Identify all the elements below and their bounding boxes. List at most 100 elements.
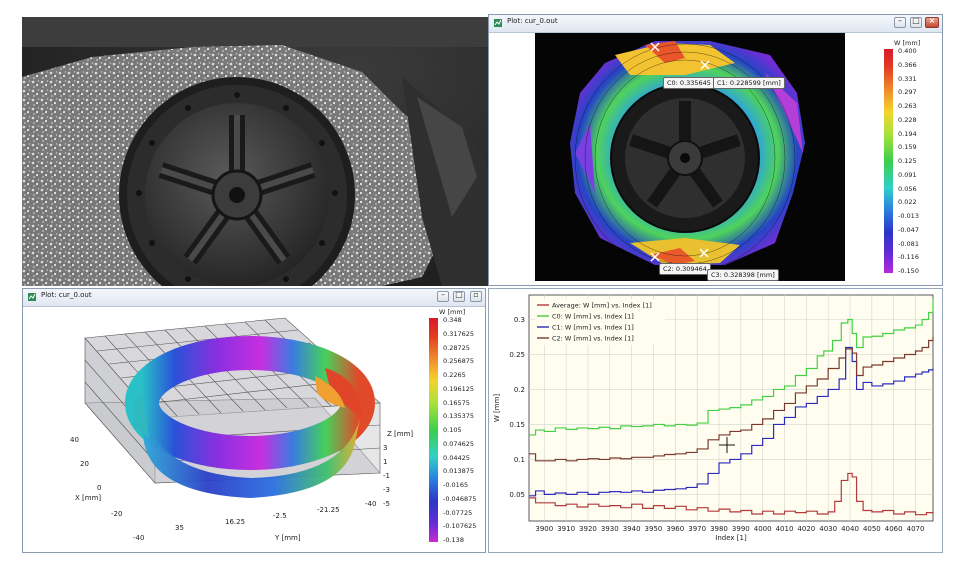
- colorbar-tick-label: -0.081: [898, 239, 919, 248]
- x-axis-title: X [mm]: [75, 494, 101, 502]
- colorbar-tick-label: 0.159: [898, 143, 917, 152]
- x-tick-0: 0: [97, 484, 101, 492]
- colorbar-tick-label: 0.04425: [443, 453, 470, 462]
- colorbar-tick-label: -0.07725: [443, 508, 473, 517]
- x-tick-label: 4060: [885, 525, 903, 533]
- contour-plot-area[interactable]: C0: 0.335645 C1: 0.228599 [mm] C2: 0.309…: [535, 33, 845, 281]
- y-tick-neg2: -2.5: [273, 512, 287, 520]
- x-tick-label: 3930: [601, 525, 619, 533]
- plot-app-icon: [494, 19, 502, 27]
- x-tick-label: 3900: [535, 525, 553, 533]
- marker-tag-c1[interactable]: C1: 0.228599 [mm]: [713, 77, 785, 89]
- contour-window-title: Plot: cur_0.out: [507, 17, 558, 25]
- x-tick-label: 4010: [776, 525, 794, 533]
- marker-tag-c2[interactable]: C2: 0.309464: [659, 263, 711, 275]
- colorbar-tick-label: 0.022: [898, 198, 917, 207]
- colorbar-tick-label: 0.013875: [443, 467, 475, 476]
- z-tick-neg1: -1: [383, 472, 390, 480]
- y-tick-label: 0.15: [509, 421, 525, 429]
- colorbar-tick-label: 0.056: [898, 184, 917, 193]
- close-icon: ×: [928, 16, 936, 25]
- maximize-button[interactable]: □: [453, 290, 465, 302]
- colorbar-tick-label: 0.263: [898, 102, 917, 110]
- legend-entry: C1: W [mm] vs. Index [1]: [552, 324, 634, 332]
- surface-window-titlebar[interactable]: Plot: cur_0.out – □ ▫: [23, 289, 485, 307]
- close-button[interactable]: ×: [925, 16, 939, 28]
- x-tick-label: 3910: [557, 525, 575, 533]
- y-tick-label: 0.2: [514, 386, 525, 394]
- colorbar-gradient: [429, 318, 438, 542]
- colorbar-gradient: [884, 49, 893, 273]
- contour-colorbar: W [mm] 0.400 0.366 0.331 0.297 0.263 0.228 0.1…: [884, 39, 940, 279]
- tire-photo-image: [22, 17, 488, 286]
- x-tick-40: 40: [70, 436, 79, 444]
- surface-colorbar: W [mm] 0.348 0.317625 0.28725 0.256875 0.226…: [427, 308, 485, 548]
- x-tick-label: 3960: [666, 525, 684, 533]
- minimize-button[interactable]: –: [894, 16, 906, 28]
- x-tick-label: 3940: [623, 525, 641, 533]
- x-tick-label: 3970: [688, 525, 706, 533]
- x-tick-label: 3920: [579, 525, 597, 533]
- x-tick-label: 3950: [645, 525, 663, 533]
- line-chart-area[interactable]: 3900 3910 3920 3930 3940 3950 3960 3970 3980 3990…: [489, 289, 942, 552]
- y-tick-35: 35: [175, 524, 184, 532]
- x-tick-label: 3980: [710, 525, 728, 533]
- tire-photo: [22, 17, 488, 286]
- colorbar-tick-label: 0.16575: [443, 398, 470, 407]
- z-tick-neg5: -5: [383, 500, 390, 508]
- restore-button[interactable]: ▫: [470, 290, 482, 302]
- marker-tag-c0[interactable]: C0: 0.335645: [663, 77, 715, 89]
- restore-icon: ▫: [473, 290, 479, 299]
- colorbar-tick-label: 0.400: [898, 47, 917, 55]
- x-tick-label: 4030: [819, 525, 837, 533]
- y-tick-16: 16.25: [225, 518, 245, 526]
- marker-tag-c3[interactable]: C3: 0.328398 [mm]: [707, 269, 779, 281]
- x-tick-neg20: -20: [111, 510, 122, 518]
- minimize-button[interactable]: –: [437, 290, 449, 302]
- contour-plot-window: Plot: cur_0.out – □ × C0: 0.335645 C1: 0…: [488, 14, 943, 286]
- colorbar-tick-label: 0.125: [898, 157, 917, 165]
- colorbar-tick-label: 0.331: [898, 74, 917, 83]
- maximize-button[interactable]: □: [910, 16, 922, 28]
- x-axis-title: Index [1]: [715, 534, 747, 542]
- x-tick-label: 4070: [907, 525, 925, 533]
- surface-3d-image: 40 20 0 -20 -40 X [mm] 35 16.25 -2.5 -21…: [70, 317, 413, 542]
- y-tick-label: 0.3: [514, 316, 525, 324]
- surface-plot-area[interactable]: 40 20 0 -20 -40 X [mm] 35 16.25 -2.5 -21…: [25, 308, 429, 550]
- y-tick-neg21: -21.25: [317, 506, 340, 514]
- y-axis-title: W [mm]: [493, 394, 501, 423]
- x-tick-label: 4050: [863, 525, 881, 533]
- z-tick-3: 3: [383, 444, 387, 452]
- colorbar-tick-label: 0.297: [898, 88, 917, 97]
- surface-plot-window: Plot: cur_0.out – □ ▫ 40 20 0 -20 -40 X …: [22, 288, 486, 553]
- z-axis-title: Z [mm]: [387, 430, 413, 438]
- colorbar-tick-label: -0.046875: [443, 494, 477, 503]
- colorbar-tick-label: -0.150: [898, 267, 919, 275]
- colorbar-tick-label: 0.228: [898, 115, 917, 124]
- maximize-icon: □: [455, 290, 463, 299]
- legend-entry: C0: W [mm] vs. Index [1]: [552, 313, 634, 321]
- minimize-icon: –: [898, 16, 902, 25]
- colorbar-title: W [mm]: [894, 39, 921, 47]
- z-tick-1: 1: [383, 458, 387, 466]
- colorbar-tick-label: 0.135375: [443, 412, 475, 421]
- legend-entry: C2: W [mm] vs. Index [1]: [552, 335, 634, 343]
- colorbar-tick-label: -0.0165: [443, 481, 469, 489]
- contour-window-titlebar[interactable]: Plot: cur_0.out – □ ×: [489, 15, 942, 33]
- colorbar-tick-label: 0.366: [898, 60, 917, 69]
- maximize-icon: □: [912, 16, 920, 25]
- colorbar-tick-label: 0.074625: [443, 439, 475, 448]
- z-tick-neg3: -3: [383, 486, 390, 494]
- colorbar-tick-label: 0.2265: [443, 371, 466, 379]
- x-tick-label: 4020: [797, 525, 815, 533]
- y-tick-label: 0.1: [514, 456, 525, 464]
- surface-window-title: Plot: cur_0.out: [41, 291, 92, 299]
- plot-app-icon: [28, 293, 36, 301]
- colorbar-tick-label: -0.107625: [443, 522, 477, 531]
- x-tick-label: 4000: [754, 525, 772, 533]
- colorbar-tick-label: -0.116: [898, 253, 919, 262]
- minimize-icon: –: [441, 290, 445, 299]
- colorbar-title: W [mm]: [439, 308, 466, 316]
- x-tick-label: 3990: [732, 525, 750, 533]
- legend-entry: Average: W [mm] vs. Index [1]: [552, 302, 652, 310]
